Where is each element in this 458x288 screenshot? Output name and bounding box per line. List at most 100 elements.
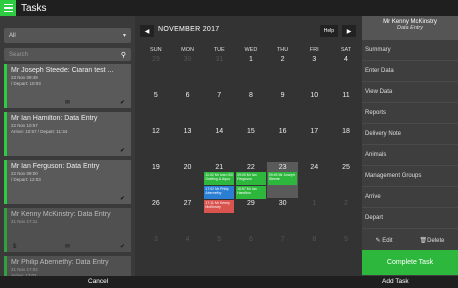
day-number: 17 xyxy=(310,128,319,135)
day-number: 21 xyxy=(215,164,224,171)
calendar-day[interactable]: 3 xyxy=(298,54,330,90)
delete-button[interactable]: 🗑Delete xyxy=(420,237,445,244)
calendar-event[interactable]: 17:02 Mr Philip Abernethy xyxy=(204,186,235,199)
calendar-day[interactable]: 12 xyxy=(140,126,172,162)
calendar-day[interactable]: 10 xyxy=(298,90,330,126)
day-of-week-label: SAT xyxy=(340,47,352,53)
next-month-button[interactable]: ▶ xyxy=(342,25,356,37)
calendar-day[interactable]: 4 xyxy=(330,54,362,90)
calendar-day[interactable]: 1 xyxy=(298,198,330,234)
day-number: 31 xyxy=(215,56,224,63)
edit-icon: ✎ xyxy=(375,237,381,244)
calendar-event[interactable]: 17:11 Mr Kenny McKinstry xyxy=(204,200,235,213)
calendar-day[interactable]: 13 xyxy=(172,126,204,162)
month-title: NOVEMBER 2017 xyxy=(158,26,220,33)
day-number: 4 xyxy=(185,236,190,243)
calendar-day[interactable]: 2 xyxy=(267,54,299,90)
day-of-week-label: SUN xyxy=(150,47,162,53)
calendar-day[interactable]: 7 xyxy=(203,90,235,126)
prev-month-button[interactable]: ◀ xyxy=(140,25,154,37)
task-card[interactable]: Mr Kenny McKinstry: Data Entry 21 Nov 17… xyxy=(4,208,131,252)
calendar-day[interactable]: 6 xyxy=(235,234,267,270)
calendar-day[interactable]: 5 xyxy=(203,234,235,270)
menu-item-animals[interactable]: Animals xyxy=(362,145,458,166)
calendar-day[interactable]: 20 xyxy=(172,162,204,198)
task-title: Mr Philip Abernethy: Data Entry xyxy=(11,259,109,266)
menu-item-management-groups[interactable]: Management Groups xyxy=(362,166,458,187)
menu-item-enter-data[interactable]: Enter Data xyxy=(362,61,458,82)
task-times: Arrive: 10:57 / Depart: 11:34 xyxy=(11,129,68,134)
calendar-day[interactable]: 16 xyxy=(267,126,299,162)
calendar-day[interactable]: 3 xyxy=(140,234,172,270)
calendar-day[interactable]: 21 11:02 Mr Ivan Gill Grafting & Aquo 17:0… xyxy=(203,162,235,213)
calendar-day[interactable]: 24 xyxy=(298,162,330,198)
task-card[interactable]: Mr Ian Ferguson: Data Entry 22 Nov 09:00… xyxy=(4,160,131,204)
calendar-day[interactable]: 23 09:49 Mr Joseph Steede xyxy=(266,162,299,198)
menu-item-reports[interactable]: Reports xyxy=(362,103,458,124)
calendar-event[interactable]: 11:02 Mr Ivan Gill Grafting & Aquo xyxy=(204,172,235,185)
menu-item-arrive[interactable]: Arrive xyxy=(362,187,458,208)
hamburger-menu-icon[interactable] xyxy=(0,0,16,16)
task-times: / Depart: 10:03 xyxy=(11,81,41,86)
calendar-day[interactable]: 30 xyxy=(267,198,299,234)
day-number: 22 xyxy=(247,164,255,171)
calendar-day[interactable]: 18 xyxy=(330,126,362,162)
edit-label: Edit xyxy=(382,237,393,244)
day-number: 30 xyxy=(278,200,287,207)
calendar-day[interactable]: 29 xyxy=(140,54,172,90)
menu-item-view-data[interactable]: View Data xyxy=(362,82,458,103)
calendar-day[interactable]: 26 xyxy=(140,198,172,234)
task-date: 21 Nov 17:11 xyxy=(11,219,38,224)
calendar-day[interactable]: 22 09:00 Mr Ian Ferguson 10:57 Mr Ian Hami… xyxy=(235,162,267,199)
delete-label: Delete xyxy=(427,237,445,244)
task-card[interactable]: Mr Joseph Steede: Ciaran test ... 23 Nov… xyxy=(4,64,131,108)
day-number: 1 xyxy=(312,200,317,207)
calendar-day[interactable]: 9 xyxy=(267,90,299,126)
calendar-day[interactable]: 6 xyxy=(172,90,204,126)
calendar-day[interactable]: 4 xyxy=(172,234,204,270)
day-number: 10 xyxy=(310,92,319,99)
menu-item-depart[interactable]: Depart xyxy=(362,208,458,229)
day-number: 24 xyxy=(310,164,319,171)
search-icon[interactable]: ⚲ xyxy=(121,51,126,59)
search-input[interactable]: Search ⚲ xyxy=(4,48,131,61)
edit-delete-row: ✎ Edit 🗑Delete xyxy=(362,230,458,250)
calendar-event[interactable]: 09:49 Mr Joseph Steede xyxy=(267,172,298,185)
complete-task-button[interactable]: Complete Task xyxy=(362,250,458,275)
action-menu: Summary Enter Data View Data Reports Deliver… xyxy=(362,40,458,229)
day-number: 14 xyxy=(215,128,224,135)
calendar-day[interactable]: 27 xyxy=(172,198,204,234)
menu-item-summary[interactable]: Summary xyxy=(362,40,458,61)
add-task-button[interactable]: Add Task xyxy=(382,278,409,285)
calendar-day[interactable]: 8 xyxy=(235,90,267,126)
task-card[interactable]: Mr Ian Hamilton: Data Entry 22 Nov 10:57… xyxy=(4,112,131,156)
calendar-day[interactable]: 1 xyxy=(235,54,267,90)
calendar-day[interactable]: 19 xyxy=(140,162,172,198)
cancel-button[interactable]: Cancel xyxy=(88,278,108,285)
dollar-icon: $ xyxy=(13,244,17,250)
calendar-day[interactable]: 11 xyxy=(330,90,362,126)
day-number: 2 xyxy=(344,200,348,207)
calendar-day[interactable]: 30 xyxy=(172,54,204,90)
calendar-day[interactable]: 14 xyxy=(203,126,235,162)
calendar-day[interactable]: 17 xyxy=(298,126,330,162)
filter-dropdown[interactable]: All ▾ xyxy=(4,28,131,43)
calendar-day[interactable]: 29 xyxy=(235,198,267,234)
calendar-day[interactable]: 31 xyxy=(203,54,235,90)
day-number: 4 xyxy=(344,56,348,63)
calendar-day[interactable]: 7 xyxy=(267,234,299,270)
day-number: 16 xyxy=(278,128,287,135)
days-of-week: SUN MON TUE WED THU FRI SAT xyxy=(140,47,362,53)
calendar-day[interactable]: 9 xyxy=(330,234,362,270)
calendar-day[interactable]: 5 xyxy=(140,90,172,126)
calendar-day[interactable]: 15 xyxy=(235,126,267,162)
edit-button[interactable]: ✎ Edit xyxy=(375,237,392,244)
menu-item-delivery-note[interactable]: Delivery Note xyxy=(362,124,458,145)
help-button[interactable]: Help xyxy=(319,25,338,37)
task-date: 23 Nov 09:49 xyxy=(11,75,38,80)
calendar-event[interactable]: 09:00 Mr Ian Ferguson xyxy=(236,172,266,185)
calendar-day[interactable]: 2 xyxy=(330,198,362,234)
trash-icon: 🗑 xyxy=(419,237,428,244)
calendar-day[interactable]: 25 xyxy=(330,162,362,198)
calendar-day[interactable]: 8 xyxy=(298,234,330,270)
